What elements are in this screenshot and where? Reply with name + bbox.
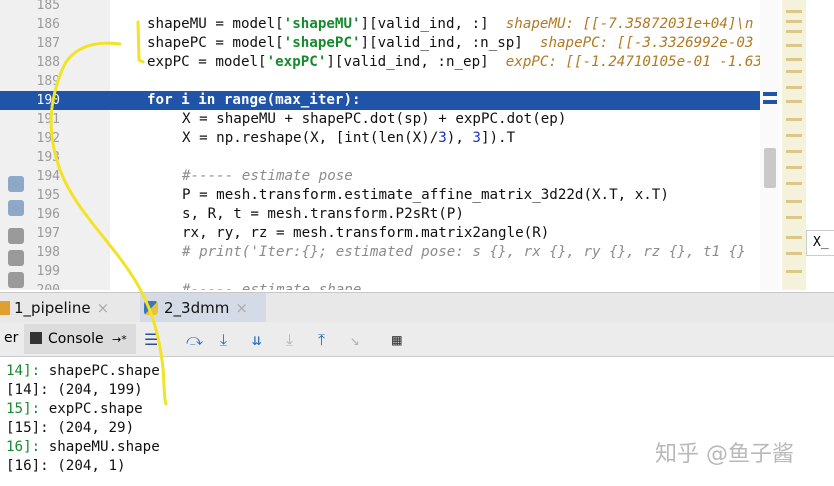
annotation-stroke [49,20,168,406]
